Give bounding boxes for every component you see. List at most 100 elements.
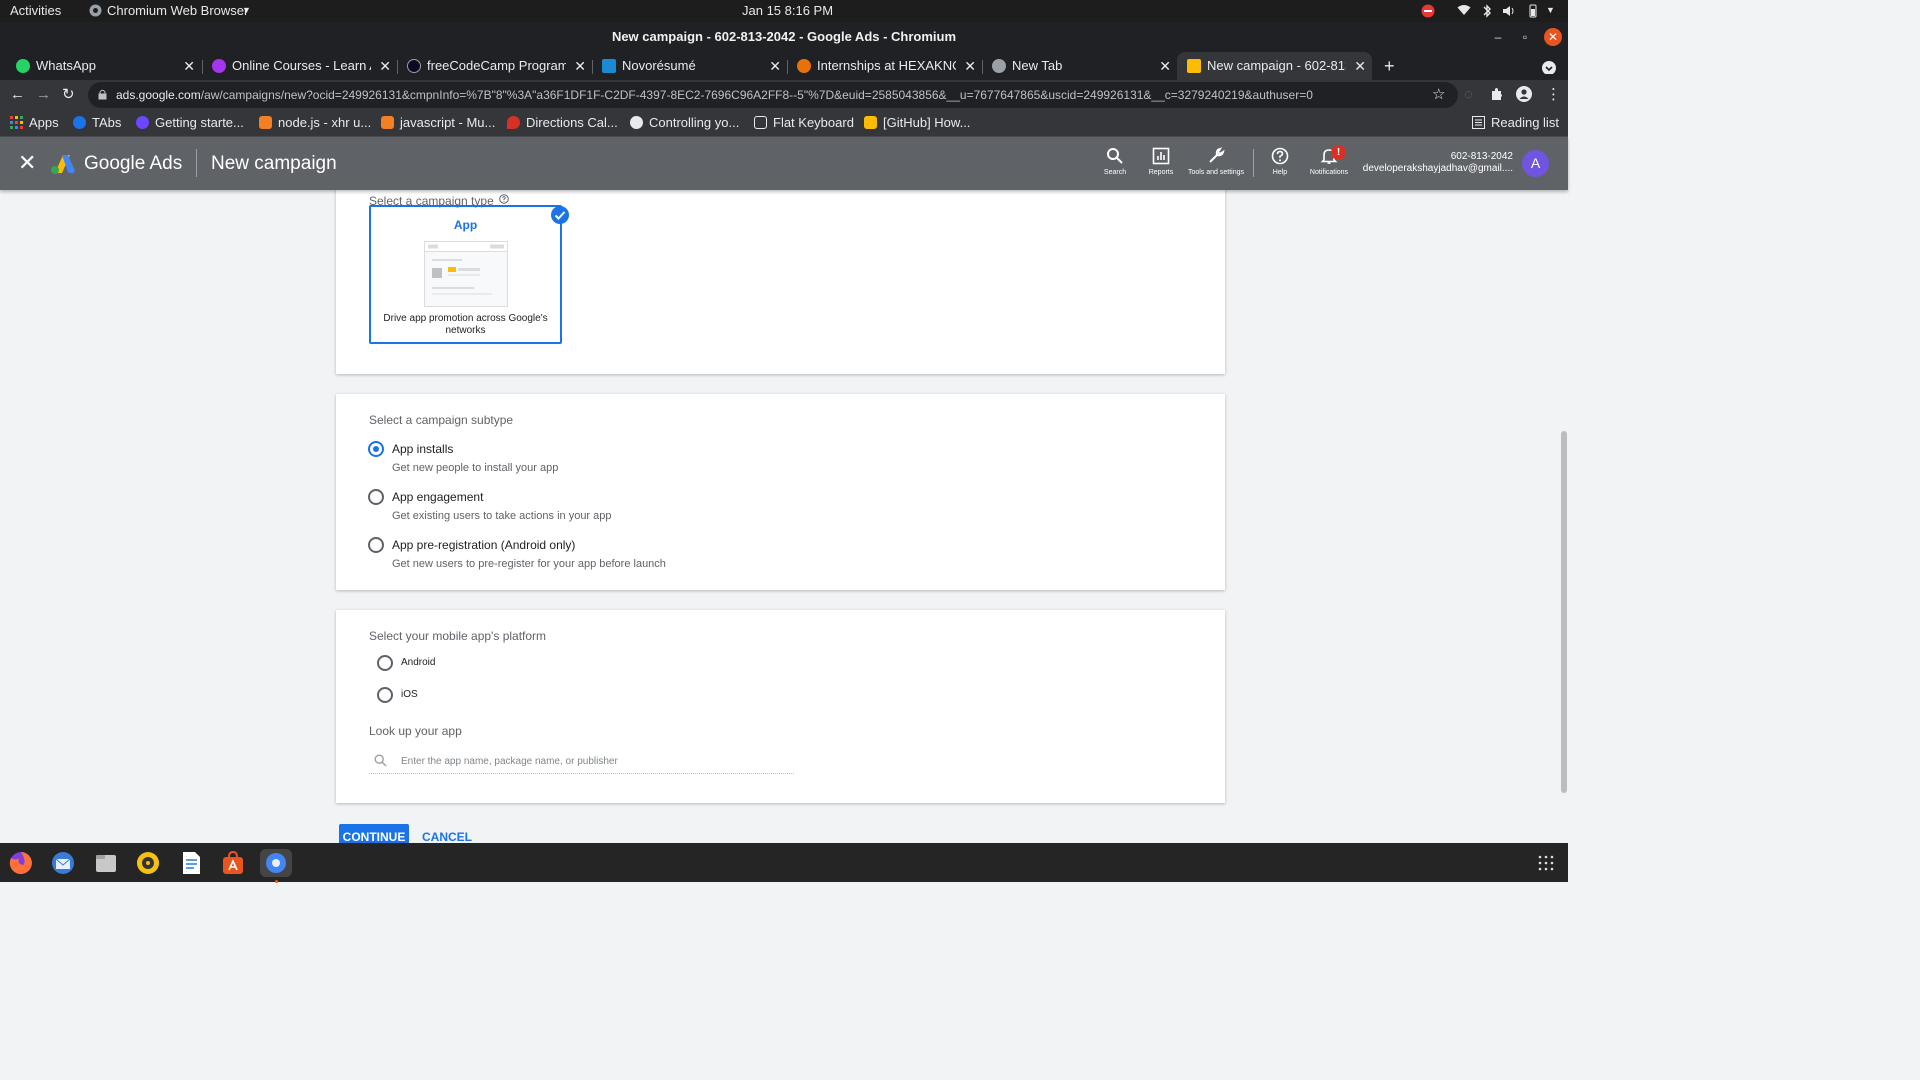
cancel-button[interactable]: CANCEL: [422, 830, 472, 843]
scrollbar-thumb[interactable]: [1561, 431, 1567, 793]
app-search-input[interactable]: [401, 753, 781, 769]
show-applications-grid-icon[interactable]: [1538, 855, 1554, 876]
bookmark-label: Getting starte...: [155, 115, 244, 130]
bookmark-label: [GitHub] How...: [883, 115, 971, 130]
search-icon: [374, 754, 387, 772]
radio-button[interactable]: [368, 537, 384, 553]
wifi-icon[interactable]: [1457, 4, 1471, 16]
wrench-icon: [1209, 147, 1225, 163]
freecodecamp-favicon-icon: [407, 59, 421, 73]
chromium-icon[interactable]: [260, 849, 292, 877]
cloud-icon: [73, 116, 86, 129]
bluetooth-icon[interactable]: [1482, 4, 1492, 18]
bookmark-nodejs-xhr[interactable]: node.js - xhr u...: [259, 114, 371, 132]
chromium-small-icon: [89, 4, 102, 17]
account-phone[interactable]: 602-813-2042: [1451, 151, 1513, 162]
tab-online-courses[interactable]: Online Courses - Learn Any ✕: [202, 52, 397, 80]
campaign-type-app-tile[interactable]: App Drive app promotion across Google's …: [369, 205, 562, 344]
close-tab-icon[interactable]: ✕: [183, 52, 195, 80]
tile-description: Drive app promotion across Google's netw…: [383, 313, 548, 336]
platform-card: Select your mobile app's platform Androi…: [336, 610, 1225, 803]
files-icon[interactable]: [92, 849, 120, 877]
internshala-favicon-icon: [797, 59, 811, 73]
header-tools-settings-button[interactable]: Tools and settings: [1186, 147, 1246, 177]
browser-menu-icon[interactable]: ⋮: [1546, 86, 1561, 104]
bookmark-controlling[interactable]: Controlling yo...: [630, 114, 739, 132]
system-menu-chevron-icon[interactable]: ▼: [1546, 5, 1555, 15]
extension-loading-icon[interactable]: ◌: [1464, 86, 1473, 104]
radio-button[interactable]: [377, 655, 393, 671]
bookmark-star-icon[interactable]: ☆: [1432, 86, 1445, 104]
avatar[interactable]: A: [1522, 150, 1549, 177]
back-arrow-icon[interactable]: ←: [10, 86, 25, 104]
page-title: New campaign: [211, 153, 337, 174]
radio-button[interactable]: [377, 687, 393, 703]
firefox-icon[interactable]: [7, 849, 35, 877]
rhythmbox-icon[interactable]: [134, 849, 162, 877]
lock-icon[interactable]: [98, 82, 107, 108]
reading-list-button[interactable]: Reading list: [1472, 114, 1559, 132]
tab-new-tab[interactable]: New Tab ✕: [982, 52, 1177, 80]
radio-button[interactable]: [368, 489, 384, 505]
address-bar[interactable]: ads.google.com/aw/campaigns/new?ocid=249…: [88, 82, 1458, 108]
tab-novoresume[interactable]: Novorésumé ✕: [592, 52, 787, 80]
header-reports-button[interactable]: Reports: [1131, 147, 1191, 177]
tab-title: freeCodeCamp Programmin: [427, 58, 566, 73]
activities-button[interactable]: Activities: [10, 3, 61, 18]
reading-list-label: Reading list: [1491, 115, 1559, 130]
new-tab-plus-icon[interactable]: +: [1384, 52, 1404, 80]
tab-whatsapp[interactable]: WhatsApp ✕: [6, 52, 201, 80]
software-center-icon[interactable]: [219, 849, 247, 877]
radio-button-checked[interactable]: [368, 441, 384, 457]
bookmark-label: node.js - xhr u...: [278, 115, 372, 130]
minimize-button[interactable]: –: [1489, 28, 1507, 46]
chrome-favicon-icon: [992, 59, 1006, 73]
tab-new-campaign[interactable]: New campaign - 602-813-2 ✕: [1177, 52, 1372, 80]
close-tab-icon[interactable]: ✕: [379, 52, 391, 80]
tab-freecodecamp[interactable]: freeCodeCamp Programmin ✕: [397, 52, 592, 80]
tab-internships[interactable]: Internships at HEXAKNOW ✕: [787, 52, 982, 80]
tab-strip: WhatsApp ✕ Online Courses - Learn Any ✕ …: [0, 52, 1568, 80]
close-tab-icon[interactable]: ✕: [1159, 52, 1171, 80]
option-description: Get new people to install your app: [392, 462, 559, 474]
close-tab-icon[interactable]: ✕: [964, 52, 976, 80]
clock[interactable]: Jan 15 8:16 PM: [742, 3, 833, 18]
reload-icon[interactable]: ↻: [62, 86, 75, 104]
continue-button[interactable]: CONTINUE: [339, 824, 409, 843]
help-icon: [1271, 147, 1289, 165]
bookmark-label: Apps: [29, 115, 59, 130]
app-menu-label[interactable]: Chromium Web Browser: [107, 3, 248, 18]
bookmark-flat-keyboard[interactable]: Flat Keyboard: [754, 114, 854, 132]
option-label: App pre-registration (Android only): [392, 538, 576, 552]
extensions-puzzle-icon[interactable]: [1490, 87, 1504, 106]
search-icon: [1107, 148, 1123, 164]
bookmark-github-how[interactable]: [GitHub] How...: [864, 114, 970, 132]
bookmark-directions[interactable]: Directions Cal...: [507, 114, 618, 132]
header-notifications-button[interactable]: Notifications: [1299, 147, 1359, 177]
forward-arrow-icon[interactable]: →: [36, 86, 51, 104]
bookmark-javascript[interactable]: javascript - Mu...: [381, 114, 495, 132]
bookmark-favicon-icon: [136, 116, 149, 129]
maximize-button[interactable]: ▫: [1516, 28, 1534, 46]
bookmark-getting-started[interactable]: Getting starte...: [136, 114, 244, 132]
globe-icon: [630, 116, 643, 129]
app-search-field[interactable]: [369, 750, 794, 774]
close-window-button[interactable]: ✕: [1544, 28, 1562, 46]
libreoffice-writer-icon[interactable]: [177, 849, 205, 877]
reading-list-icon: [1472, 116, 1485, 129]
account-email[interactable]: developerakshayjadhav@gmail....: [1363, 163, 1513, 174]
close-tab-icon[interactable]: ✕: [769, 52, 781, 80]
close-tab-icon[interactable]: ✕: [1354, 52, 1366, 80]
bookmark-tabs[interactable]: TAbs: [73, 114, 121, 132]
bookmark-apps[interactable]: Apps: [10, 114, 59, 132]
volume-icon[interactable]: [1502, 4, 1516, 18]
do-not-disturb-icon[interactable]: [1421, 4, 1435, 18]
app-menu-chevron-icon[interactable]: ▼: [242, 5, 251, 15]
profile-icon[interactable]: [1516, 86, 1532, 107]
close-icon[interactable]: ✕: [18, 151, 36, 175]
tab-search-icon[interactable]: [1541, 58, 1559, 74]
close-tab-icon[interactable]: ✕: [574, 52, 586, 80]
battery-icon[interactable]: [1528, 4, 1538, 18]
thunderbird-icon[interactable]: [49, 849, 77, 877]
tab-title: Internships at HEXAKNOW: [817, 58, 956, 73]
